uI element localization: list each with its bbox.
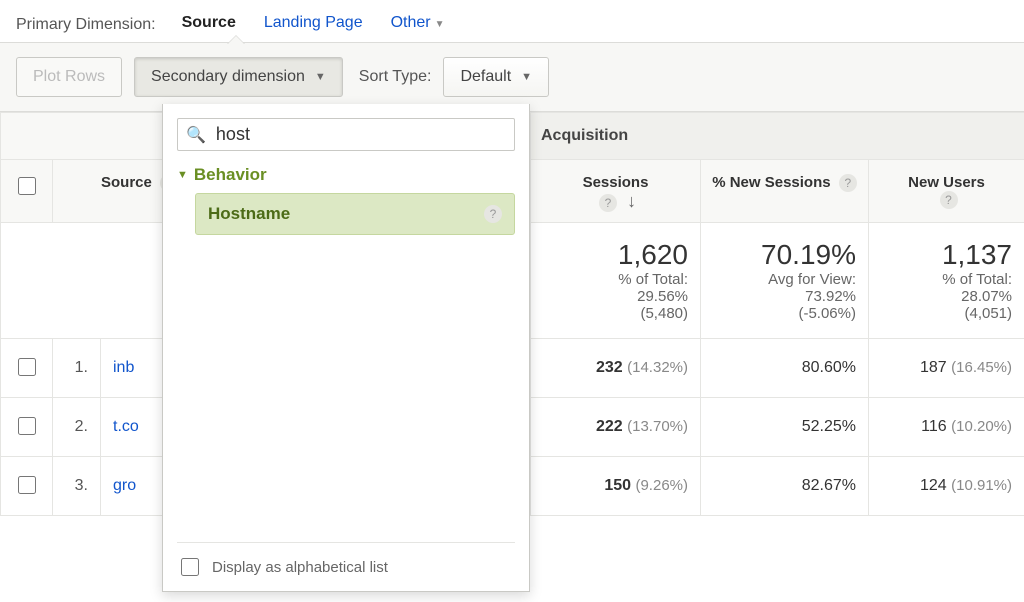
- column-sessions[interactable]: Sessions ? ↓: [531, 160, 701, 223]
- row-sessions: 150 (9.26%): [531, 457, 701, 516]
- sort-type-value: Default: [460, 68, 511, 86]
- row-new-users-value: 124: [920, 477, 947, 494]
- row-sessions: 222 (13.70%): [531, 398, 701, 457]
- row-new-users: 116 (10.20%): [869, 398, 1024, 457]
- column-group-acquisition: Acquisition: [531, 113, 1024, 160]
- column-pct-new-sessions[interactable]: % New Sessions ?: [701, 160, 869, 223]
- row-checkbox[interactable]: [18, 476, 36, 494]
- sort-descending-icon: ↓: [627, 191, 636, 211]
- row-pct-new: 80.60%: [701, 339, 869, 398]
- column-new-users-label: New Users: [908, 174, 985, 191]
- row-sessions-value: 232: [596, 359, 623, 376]
- totals-new-users-value: 1,137: [881, 239, 1012, 271]
- column-new-users[interactable]: New Users ?: [869, 160, 1024, 223]
- row-sessions-pct: (14.32%): [627, 359, 688, 376]
- row-new-users-pct: (10.91%): [951, 477, 1012, 494]
- row-checkbox-cell: [1, 339, 53, 398]
- totals-sessions-l2: 29.56%: [637, 288, 688, 305]
- row-new-users-pct: (16.45%): [951, 359, 1012, 376]
- primary-dimension-tabs: Primary Dimension: Source Landing Page O…: [0, 0, 1024, 42]
- chevron-down-icon: ▼: [435, 19, 445, 30]
- tab-other[interactable]: Other ▼: [389, 8, 447, 42]
- secondary-dimension-label: Secondary dimension: [151, 68, 305, 86]
- chevron-down-icon: ▼: [521, 71, 532, 83]
- sort-type-label: Sort Type:: [359, 68, 432, 86]
- toolbar: Plot Rows Secondary dimension ▼ Sort Typ…: [0, 42, 1024, 112]
- plot-rows-button[interactable]: Plot Rows: [16, 57, 122, 97]
- row-number: 2.: [53, 398, 101, 457]
- totals-new-users: 1,137 % of Total: 28.07% (4,051): [869, 223, 1024, 339]
- dropdown-group-header[interactable]: ▼ Behavior: [177, 165, 515, 185]
- row-sessions-pct: (13.70%): [627, 418, 688, 435]
- row-new-users-pct: (10.20%): [951, 418, 1012, 435]
- search-icon: 🔍: [186, 125, 206, 145]
- totals-pct-new-l1: Avg for View:: [768, 271, 856, 288]
- dropdown-search-box[interactable]: 🔍: [177, 118, 515, 151]
- dropdown-search-row: 🔍: [163, 104, 529, 157]
- help-icon[interactable]: ?: [940, 191, 958, 209]
- dropdown-search-input[interactable]: [214, 123, 506, 146]
- column-pct-new-label: % New Sessions: [712, 174, 830, 191]
- row-checkbox[interactable]: [18, 417, 36, 435]
- header-checkbox-cell: [1, 160, 53, 223]
- tab-connector-inner: [228, 36, 244, 44]
- help-icon[interactable]: ?: [839, 174, 857, 192]
- row-number: 1.: [53, 339, 101, 398]
- select-all-checkbox[interactable]: [18, 177, 36, 195]
- totals-new-users-l2: 28.07%: [961, 288, 1012, 305]
- row-new-users-value: 187: [920, 359, 947, 376]
- totals-pct-new: 70.19% Avg for View: 73.92% (-5.06%): [701, 223, 869, 339]
- column-source-label: Source: [101, 174, 152, 191]
- totals-new-users-l1: % of Total:: [942, 271, 1012, 288]
- row-checkbox-cell: [1, 457, 53, 516]
- dropdown-spacer: [163, 235, 529, 542]
- dropdown-group-label: Behavior: [194, 165, 267, 185]
- row-sessions-pct: (9.26%): [635, 477, 688, 494]
- alphabetical-list-label: Display as alphabetical list: [212, 559, 388, 576]
- totals-pct-new-value: 70.19%: [713, 239, 856, 271]
- dropdown-item-label: Hostname: [208, 204, 290, 224]
- row-new-users-value: 116: [921, 418, 947, 435]
- triangle-down-icon: ▼: [177, 169, 188, 181]
- alphabetical-list-checkbox[interactable]: [181, 558, 199, 576]
- totals-sessions: 1,620 % of Total: 29.56% (5,480): [531, 223, 701, 339]
- row-sessions-value: 150: [604, 477, 631, 494]
- row-number: 3.: [53, 457, 101, 516]
- row-new-users: 187 (16.45%): [869, 339, 1024, 398]
- row-sessions-value: 222: [596, 418, 623, 435]
- totals-sessions-value: 1,620: [543, 239, 688, 271]
- plot-rows-label: Plot Rows: [33, 68, 105, 86]
- help-icon[interactable]: ?: [599, 194, 617, 212]
- dropdown-item-hostname[interactable]: Hostname ?: [195, 193, 515, 235]
- secondary-dimension-button[interactable]: Secondary dimension ▼: [134, 57, 343, 97]
- primary-dimension-label: Primary Dimension:: [16, 16, 156, 34]
- totals-pct-new-l3: (-5.06%): [798, 305, 856, 322]
- help-icon[interactable]: ?: [484, 205, 502, 223]
- tab-landing-page[interactable]: Landing Page: [262, 8, 365, 42]
- row-new-users: 124 (10.91%): [869, 457, 1024, 516]
- row-checkbox-cell: [1, 398, 53, 457]
- secondary-dimension-dropdown: 🔍 ▼ Behavior Hostname ? Display as alpha…: [162, 104, 530, 592]
- chevron-down-icon: ▼: [315, 71, 326, 83]
- totals-sessions-l1: % of Total:: [618, 271, 688, 288]
- totals-pct-new-l2: 73.92%: [805, 288, 856, 305]
- totals-new-users-l3: (4,051): [964, 305, 1012, 322]
- totals-sessions-l3: (5,480): [640, 305, 688, 322]
- row-sessions: 232 (14.32%): [531, 339, 701, 398]
- row-pct-new: 82.67%: [701, 457, 869, 516]
- sort-type-button[interactable]: Default ▼: [443, 57, 549, 97]
- tab-other-label: Other: [391, 14, 431, 31]
- dropdown-group: ▼ Behavior Hostname ?: [163, 157, 529, 235]
- column-sessions-label: Sessions: [583, 174, 649, 191]
- dropdown-footer: Display as alphabetical list: [177, 542, 515, 591]
- row-pct-new: 52.25%: [701, 398, 869, 457]
- row-checkbox[interactable]: [18, 358, 36, 376]
